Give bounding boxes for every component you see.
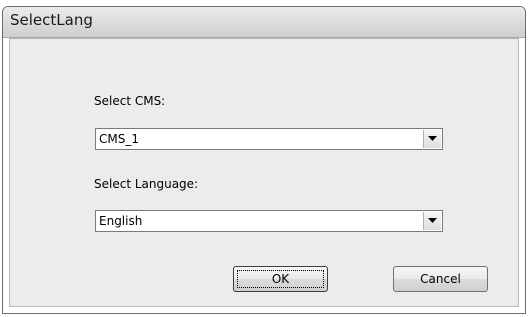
language-select[interactable]: English	[95, 210, 443, 232]
title-bar[interactable]: SelectLang	[3, 7, 525, 38]
language-dropdown-button[interactable]	[423, 212, 441, 230]
ok-button-label: OK	[271, 272, 290, 286]
select-language-label: Select Language:	[94, 177, 199, 191]
cancel-button[interactable]: Cancel	[393, 266, 488, 292]
chevron-down-icon	[428, 218, 437, 223]
selectlang-dialog: SelectLang Select CMS: CMS_1 Select Lang…	[2, 6, 526, 314]
cms-select-value: CMS_1	[99, 132, 139, 146]
language-select-value: English	[99, 214, 143, 228]
dialog-client-area: Select CMS: CMS_1 Select Language: Engli…	[9, 38, 519, 307]
cms-select[interactable]: CMS_1	[95, 128, 443, 150]
window-title: SelectLang	[10, 11, 93, 29]
ok-button[interactable]: OK	[233, 266, 328, 292]
select-cms-label: Select CMS:	[94, 94, 166, 108]
cancel-button-label: Cancel	[420, 272, 461, 286]
cms-dropdown-button[interactable]	[423, 130, 441, 148]
chevron-down-icon	[428, 136, 437, 141]
